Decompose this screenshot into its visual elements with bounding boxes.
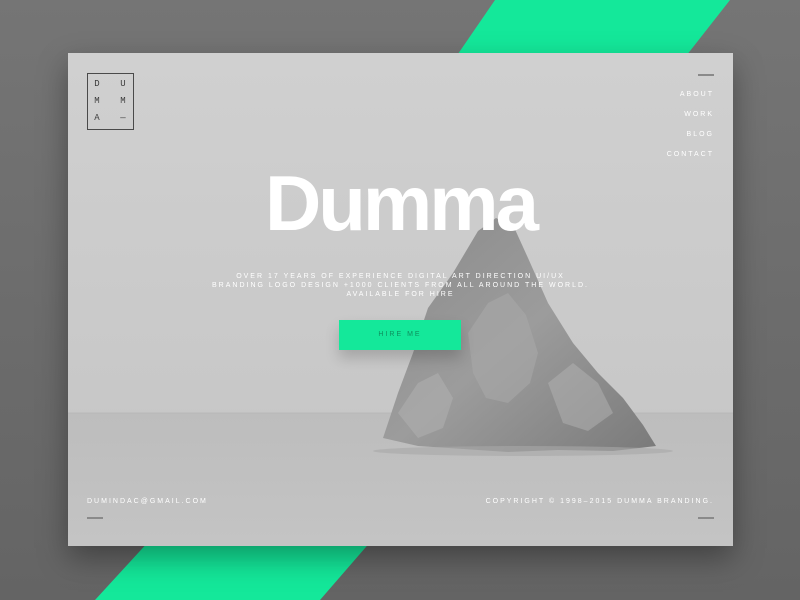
hero-card: D U M M A — ABOUT WORK BLOG CONTACT Dumm… (68, 53, 733, 546)
nav-item-blog[interactable]: BLOG (594, 131, 714, 139)
bottom-accent-stripe (95, 540, 372, 600)
hire-me-button[interactable]: HIRE ME (339, 320, 461, 350)
logo-letter: M (120, 96, 126, 106)
divider-line-icon (698, 517, 714, 519)
nav-item-work[interactable]: WORK (594, 111, 714, 119)
hero-subtitle-line: OVER 17 YEARS OF EXPERIENCE DIGITAL ART … (236, 273, 565, 280)
divider-line-icon (87, 517, 103, 519)
hero-subtitle-line: BRANDING LOGO DESIGN +1000 CLIENTS FROM … (212, 282, 589, 289)
logo-dash: — (120, 113, 126, 123)
page-stage: D U M M A — ABOUT WORK BLOG CONTACT Dumm… (0, 0, 800, 600)
hero-title: Dumma (264, 159, 539, 247)
footer-copyright: COPYRIGHT © 1998–2015 DUMMA BRANDING. (486, 497, 714, 524)
nav-item-about[interactable]: ABOUT (594, 91, 714, 99)
logo-letter: A (94, 113, 100, 123)
divider-line-icon (698, 74, 714, 76)
email-link[interactable]: DUMINDAC@GMAIL.COM (87, 497, 208, 506)
logo-letter: U (120, 79, 126, 89)
logo-letter: D (94, 79, 100, 89)
copyright-text: COPYRIGHT © 1998–2015 DUMMA BRANDING. (485, 498, 714, 505)
logo-letter: M (94, 96, 100, 106)
hero-subtitle-line: AVAILABLE FOR HIRE (346, 291, 455, 298)
hero-subtitle: OVER 17 YEARS OF EXPERIENCE DIGITAL ART … (68, 272, 733, 299)
footer-contact: DUMINDAC@GMAIL.COM (87, 497, 208, 524)
logo-monogram-icon[interactable]: D U M M A — (87, 73, 134, 130)
